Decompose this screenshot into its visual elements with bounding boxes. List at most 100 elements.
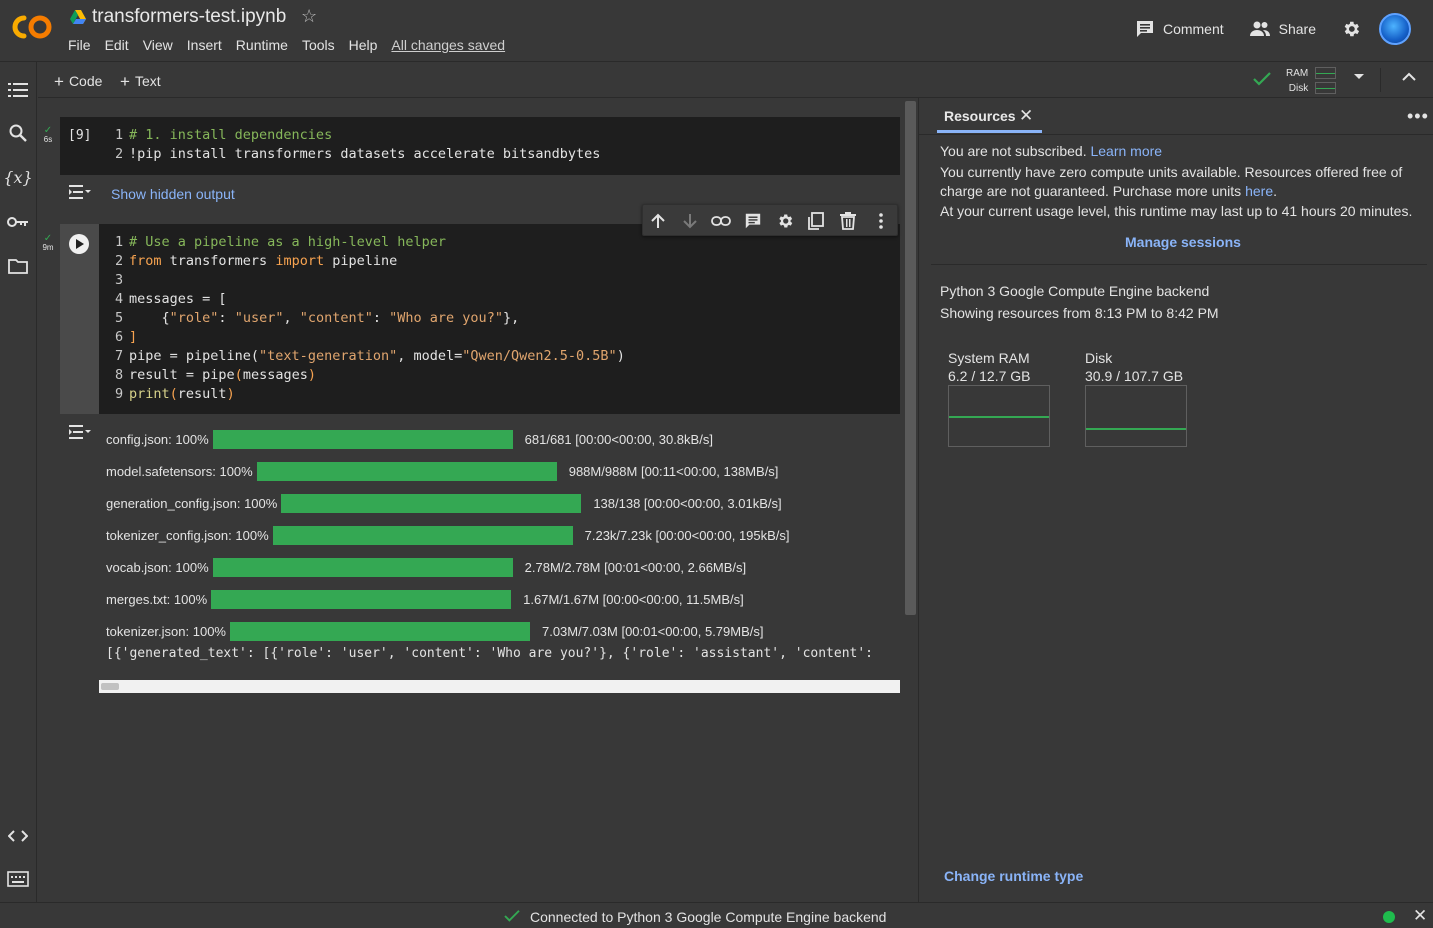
move-up-arrow-icon[interactable] bbox=[648, 211, 668, 231]
download-row: tokenizer.json: 100% 7.03M/7.03M [00:01<… bbox=[106, 621, 764, 641]
code-comment: # 1. install dependencies bbox=[129, 127, 333, 143]
download-row: config.json: 100% 681/681 [00:00<00:00, … bbox=[106, 429, 713, 449]
output-horizontal-scrollbar[interactable] bbox=[99, 680, 900, 693]
plus-icon: + bbox=[54, 72, 64, 91]
download-percent: 100% bbox=[219, 463, 253, 479]
code-snippets-icon[interactable] bbox=[7, 825, 29, 847]
menu-runtime[interactable]: Runtime bbox=[236, 37, 288, 53]
user-avatar[interactable] bbox=[1379, 13, 1411, 45]
menu-file[interactable]: File bbox=[68, 37, 91, 53]
drive-icon[interactable] bbox=[70, 10, 86, 24]
cell2-exec-time: 9m bbox=[42, 243, 54, 252]
variables-icon[interactable]: {x} bbox=[3, 166, 32, 188]
share-label: Share bbox=[1278, 21, 1316, 37]
download-percent: 100% bbox=[175, 559, 209, 575]
ram-gauge-label: System RAM 6.2 / 12.7 GB bbox=[948, 349, 1031, 385]
code-builtin: print bbox=[129, 386, 170, 402]
compute-units-line1: You currently have zero compute units av… bbox=[940, 164, 1403, 180]
show-hidden-output-link[interactable]: Show hidden output bbox=[111, 186, 235, 202]
generated-output-text: [{'generated_text': [{'role': 'user', 'c… bbox=[106, 646, 881, 661]
save-status[interactable]: All changes saved bbox=[391, 37, 505, 53]
download-stats: 1.67M/1.67M [00:00<00:00, 11.5MB/s] bbox=[523, 591, 744, 607]
output-toggle-icon[interactable] bbox=[69, 424, 91, 440]
code-text: : bbox=[218, 310, 235, 326]
add-code-button[interactable]: + Code bbox=[54, 71, 102, 91]
chevron-down-icon[interactable] bbox=[1354, 74, 1364, 79]
code-text: result bbox=[177, 386, 227, 402]
download-name: vocab.json: bbox=[106, 559, 172, 575]
resources-tab[interactable]: Resources bbox=[944, 108, 1016, 124]
notebook-title[interactable]: transformers-test.ipynb bbox=[92, 6, 286, 28]
scrollbar-thumb[interactable] bbox=[101, 683, 119, 690]
colab-logo[interactable] bbox=[10, 12, 54, 42]
download-name: tokenizer.json: bbox=[106, 623, 190, 639]
star-icon[interactable]: ☆ bbox=[301, 6, 317, 27]
table-of-contents-icon[interactable] bbox=[7, 79, 29, 101]
connected-check-icon bbox=[1253, 72, 1271, 86]
link-icon[interactable] bbox=[711, 211, 731, 231]
left-rail: {x} bbox=[0, 62, 37, 902]
notebook-scrollbar[interactable] bbox=[905, 101, 916, 615]
disk-gauge-label: Disk 30.9 / 107.7 GB bbox=[1085, 349, 1183, 385]
terminal-icon[interactable] bbox=[7, 868, 29, 890]
comment-icon[interactable] bbox=[743, 211, 763, 231]
code-bracket: ] bbox=[129, 329, 138, 345]
ram-usage-graph[interactable] bbox=[948, 385, 1050, 447]
close-icon[interactable]: ✕ bbox=[1019, 106, 1033, 126]
line-number: 5 bbox=[115, 310, 124, 326]
divider bbox=[919, 134, 1433, 135]
code-text: pipe = pipeline( bbox=[129, 348, 260, 364]
menu-insert[interactable]: Insert bbox=[187, 37, 222, 53]
connection-status[interactable]: Connected to Python 3 Google Compute Eng… bbox=[530, 909, 886, 925]
cell-settings-gear-icon[interactable] bbox=[775, 211, 795, 231]
download-stats: 2.78M/2.78M [00:01<00:00, 2.66MB/s] bbox=[524, 559, 747, 575]
run-cell-button[interactable] bbox=[69, 234, 89, 254]
download-name: tokenizer_config.json: bbox=[106, 527, 232, 543]
mirror-cell-icon[interactable] bbox=[806, 211, 826, 231]
close-icon[interactable]: ✕ bbox=[1413, 906, 1427, 926]
purchase-here-link[interactable]: here bbox=[1245, 183, 1273, 199]
output-toggle-icon[interactable] bbox=[69, 184, 91, 200]
people-icon bbox=[1249, 21, 1270, 36]
cell1-code[interactable]: 1 # 1. install dependencies 2 !pip install… bbox=[115, 126, 600, 164]
compute-units-line2: charge are not guaranteed. Purchase more… bbox=[940, 182, 1402, 201]
download-percent: 100% bbox=[192, 623, 226, 639]
resource-labels[interactable]: RAM Disk bbox=[1286, 66, 1308, 96]
download-percent: 100% bbox=[244, 495, 278, 511]
progress-bar bbox=[212, 557, 513, 577]
share-button[interactable]: Share bbox=[1249, 20, 1316, 38]
learn-more-link[interactable]: Learn more bbox=[1090, 143, 1162, 159]
resource-mini-gauges[interactable] bbox=[1315, 67, 1336, 97]
more-horizontal-icon[interactable]: ••• bbox=[1407, 106, 1429, 127]
more-vertical-icon[interactable] bbox=[871, 211, 891, 231]
change-runtime-type-link[interactable]: Change runtime type bbox=[944, 868, 1083, 884]
chevron-up-icon[interactable] bbox=[1402, 72, 1416, 82]
code-paren: ) bbox=[226, 386, 235, 402]
code-text: : bbox=[372, 310, 390, 326]
code-string: "Who are you?" bbox=[389, 310, 503, 326]
menu-edit[interactable]: Edit bbox=[105, 37, 129, 53]
cell2-code[interactable]: 1 # Use a pipeline as a high-level helper… bbox=[115, 233, 625, 404]
comment-button[interactable]: Comment bbox=[1135, 19, 1224, 39]
code-paren: ) bbox=[307, 367, 316, 383]
menu-view[interactable]: View bbox=[143, 37, 173, 53]
settings-gear-icon[interactable] bbox=[1341, 19, 1361, 39]
code-text: ) bbox=[616, 348, 625, 364]
code-text: }, bbox=[502, 310, 520, 326]
disk-usage-graph[interactable] bbox=[1085, 385, 1187, 447]
add-text-button[interactable]: + Text bbox=[120, 71, 161, 91]
search-icon[interactable] bbox=[7, 122, 29, 144]
manage-sessions-link[interactable]: Manage sessions bbox=[1125, 234, 1241, 250]
menu-help[interactable]: Help bbox=[349, 37, 378, 53]
add-text-label: Text bbox=[134, 73, 161, 89]
download-percent: 100% bbox=[175, 431, 209, 447]
move-down-arrow-icon[interactable] bbox=[680, 211, 700, 231]
code-string: "role" bbox=[169, 310, 219, 326]
compute-units-line2-text: charge are not guaranteed. Purchase more… bbox=[940, 183, 1242, 199]
download-percent: 100% bbox=[235, 527, 269, 543]
delete-trash-icon[interactable] bbox=[838, 211, 858, 231]
disk-mini-gauge bbox=[1315, 82, 1336, 94]
menu-tools[interactable]: Tools bbox=[302, 37, 335, 53]
secrets-key-icon[interactable] bbox=[7, 211, 29, 233]
files-folder-icon[interactable] bbox=[7, 255, 29, 277]
